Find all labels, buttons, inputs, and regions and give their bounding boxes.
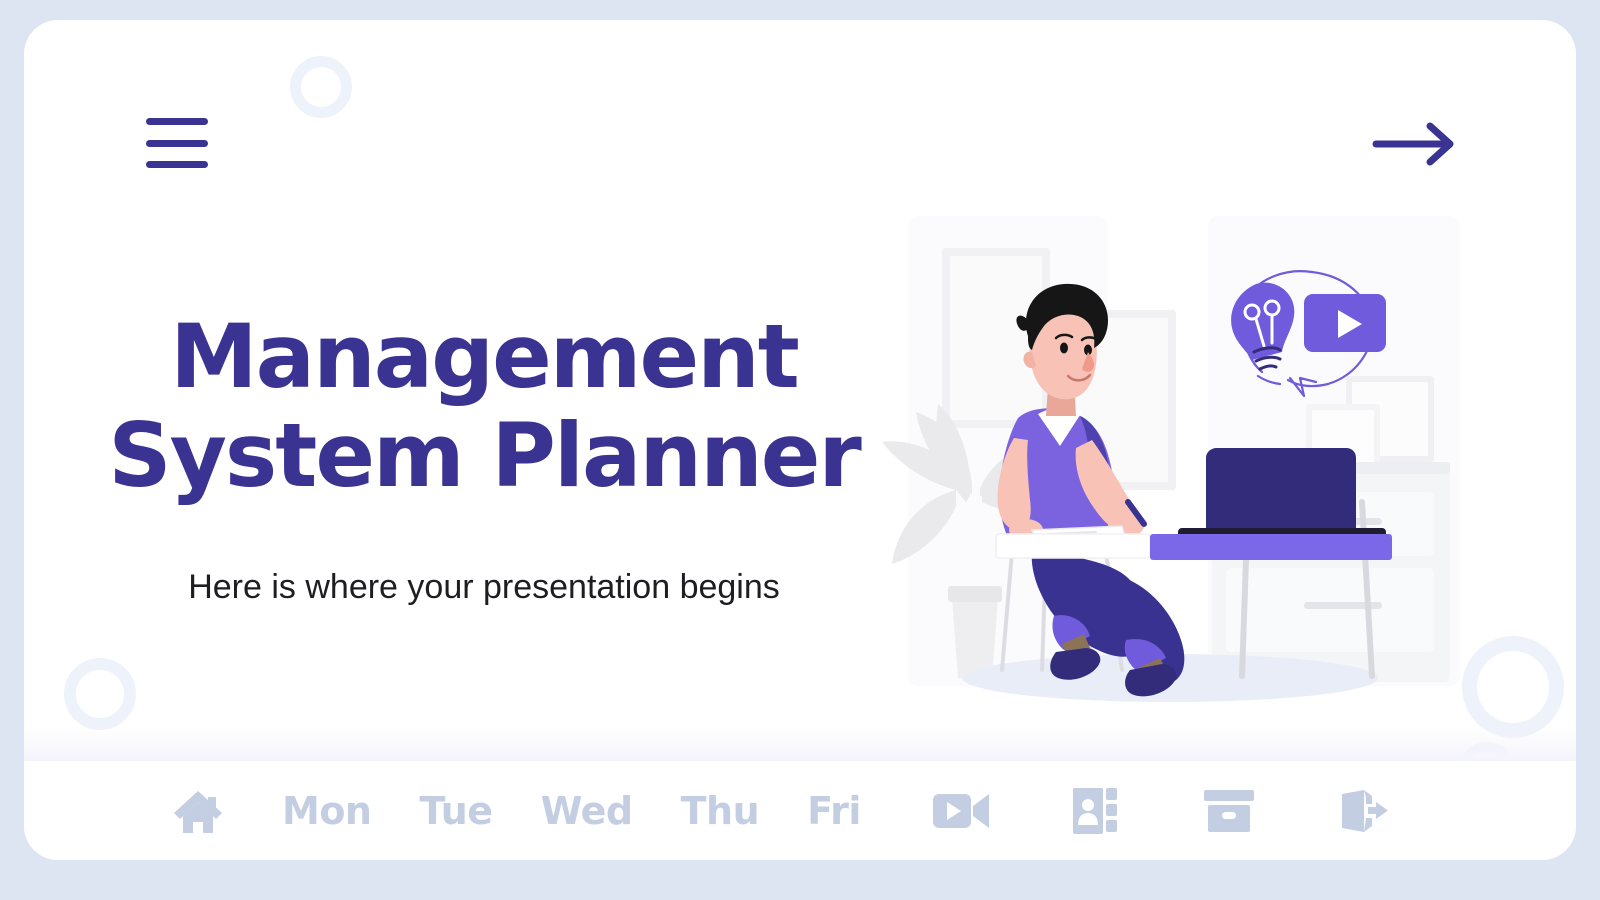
address-book-icon[interactable]: [1067, 783, 1123, 839]
nav-fade-divider: [24, 726, 1576, 760]
decorative-ring-bottom-left: [64, 658, 136, 730]
nav-home-icon[interactable]: [170, 783, 226, 839]
page-title: Management System Planner: [108, 305, 862, 507]
archive-box-icon[interactable]: [1201, 783, 1257, 839]
nav-day-thu[interactable]: Thu: [681, 792, 760, 830]
nav-day-wed[interactable]: Wed: [541, 792, 634, 830]
menu-bar-1: [146, 118, 208, 125]
video-camera-icon[interactable]: [932, 783, 989, 839]
nav-day-mon[interactable]: Mon: [282, 792, 372, 830]
page-subtitle: Here is where your presentation begins: [188, 568, 780, 606]
menu-bar-2: [146, 139, 208, 147]
decorative-ring-top-left: [290, 56, 352, 118]
nav-day-tue[interactable]: Tue: [419, 792, 493, 830]
hamburger-menu-icon[interactable]: [146, 118, 208, 168]
next-arrow-icon[interactable]: [1372, 120, 1458, 168]
menu-bar-3: [146, 161, 208, 168]
slide-card: Management System Planner Here is where …: [24, 20, 1576, 860]
person-working-at-desk-illustration: [860, 200, 1480, 720]
nav-day-fri[interactable]: Fri: [807, 792, 861, 830]
bottom-navigation-bar: Mon Tue Wed Thu Fri: [24, 760, 1576, 860]
exit-door-icon[interactable]: [1335, 783, 1391, 839]
